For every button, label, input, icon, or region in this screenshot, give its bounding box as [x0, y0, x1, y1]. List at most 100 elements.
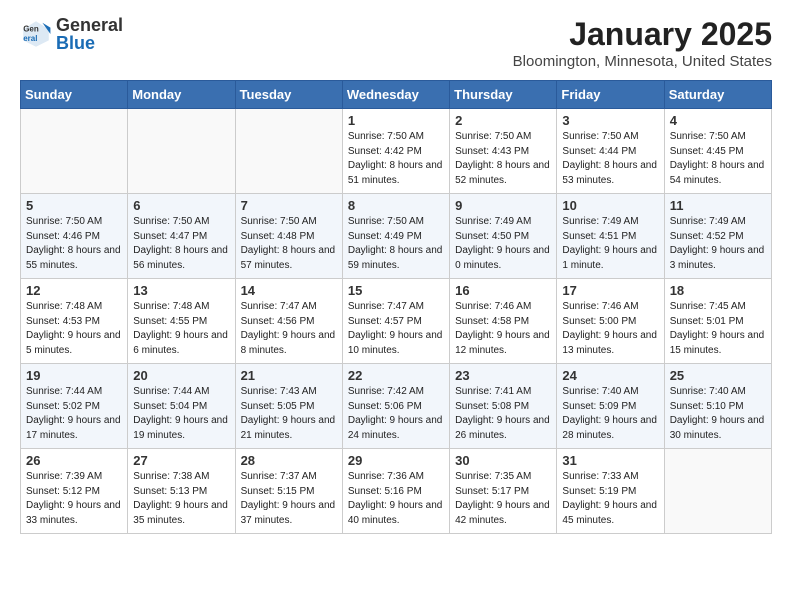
day-number: 10	[562, 198, 658, 213]
calendar-day: 16 Sunrise: 7:46 AM Sunset: 4:58 PM Dayli…	[450, 279, 557, 364]
calendar-day: 20 Sunrise: 7:44 AM Sunset: 5:04 PM Dayli…	[128, 364, 235, 449]
calendar-day: 15 Sunrise: 7:47 AM Sunset: 4:57 PM Dayli…	[342, 279, 449, 364]
calendar-day: 7 Sunrise: 7:50 AM Sunset: 4:48 PM Daylig…	[235, 194, 342, 279]
day-number: 2	[455, 113, 551, 128]
day-number: 6	[133, 198, 229, 213]
calendar-week-5: 26 Sunrise: 7:39 AM Sunset: 5:12 PM Dayli…	[21, 449, 772, 534]
calendar-day: 6 Sunrise: 7:50 AM Sunset: 4:47 PM Daylig…	[128, 194, 235, 279]
day-info: Sunrise: 7:39 AM Sunset: 5:12 PM Dayligh…	[26, 470, 122, 528]
calendar-week-1: 1 Sunrise: 7:50 AM Sunset: 4:42 PM Daylig…	[21, 109, 772, 194]
day-number: 16	[455, 283, 551, 298]
day-info: Sunrise: 7:48 AM Sunset: 4:53 PM Dayligh…	[26, 300, 122, 358]
calendar-day: 18Sunrise: 7:45 AM Sunset: 5:01 PM Dayli…	[664, 279, 771, 364]
calendar-day: 17 Sunrise: 7:46 AM Sunset: 5:00 PM Dayli…	[557, 279, 664, 364]
day-number: 22	[348, 368, 444, 383]
day-info: Sunrise: 7:33 AM Sunset: 5:19 PM Dayligh…	[562, 470, 658, 528]
day-number: 26	[26, 453, 122, 468]
calendar-day	[664, 449, 771, 534]
logo-text: General Blue	[56, 16, 123, 52]
day-number: 4	[670, 113, 766, 128]
day-info: Sunrise: 7:46 AM Sunset: 4:58 PM Dayligh…	[455, 300, 551, 358]
calendar-day: 4 Sunrise: 7:50 AM Sunset: 4:45 PM Daylig…	[664, 109, 771, 194]
day-number: 3	[562, 113, 658, 128]
svg-text:eral: eral	[23, 34, 37, 43]
calendar-day	[128, 109, 235, 194]
day-info: Sunrise: 7:44 AM Sunset: 5:02 PM Dayligh…	[26, 385, 122, 443]
calendar-day: 26 Sunrise: 7:39 AM Sunset: 5:12 PM Dayli…	[21, 449, 128, 534]
day-number: 27	[133, 453, 229, 468]
day-info: Sunrise: 7:50 AM Sunset: 4:46 PM Dayligh…	[26, 215, 122, 273]
day-info: Sunrise: 7:43 AM Sunset: 5:05 PM Dayligh…	[241, 385, 337, 443]
day-number: 12	[26, 283, 122, 298]
day-number: 1	[348, 113, 444, 128]
day-number: 23	[455, 368, 551, 383]
calendar-table: SundayMondayTuesdayWednesdayThursdayFrid…	[20, 80, 772, 534]
location-subtitle: Bloomington, Minnesota, United States	[513, 53, 772, 70]
day-number: 15	[348, 283, 444, 298]
logo-blue-text: Blue	[56, 34, 123, 52]
day-info: Sunrise: 7:48 AM Sunset: 4:55 PM Dayligh…	[133, 300, 229, 358]
day-info: Sunrise: 7:50 AM Sunset: 4:45 PM Dayligh…	[670, 130, 766, 188]
calendar-day: 27 Sunrise: 7:38 AM Sunset: 5:13 PM Dayli…	[128, 449, 235, 534]
day-info: Sunrise: 7:50 AM Sunset: 4:47 PM Dayligh…	[133, 215, 229, 273]
day-info: Sunrise: 7:50 AM Sunset: 4:49 PM Dayligh…	[348, 215, 444, 273]
day-info: Sunrise: 7:50 AM Sunset: 4:44 PM Dayligh…	[562, 130, 658, 188]
weekday-header-row: SundayMondayTuesdayWednesdayThursdayFrid…	[21, 81, 772, 109]
calendar-day: 11 Sunrise: 7:49 AM Sunset: 4:52 PM Dayli…	[664, 194, 771, 279]
day-number: 18	[670, 283, 766, 298]
weekday-header-sunday: Sunday	[21, 81, 128, 109]
weekday-header-saturday: Saturday	[664, 81, 771, 109]
day-number: 17	[562, 283, 658, 298]
day-number: 11	[670, 198, 766, 213]
calendar-day: 5 Sunrise: 7:50 AM Sunset: 4:46 PM Daylig…	[21, 194, 128, 279]
calendar-day: 2Sunrise: 7:50 AM Sunset: 4:43 PM Daylig…	[450, 109, 557, 194]
calendar-week-4: 19 Sunrise: 7:44 AM Sunset: 5:02 PM Dayli…	[21, 364, 772, 449]
day-info: Sunrise: 7:47 AM Sunset: 4:57 PM Dayligh…	[348, 300, 444, 358]
day-info: Sunrise: 7:40 AM Sunset: 5:10 PM Dayligh…	[670, 385, 766, 443]
day-number: 30	[455, 453, 551, 468]
calendar-day: 8Sunrise: 7:50 AM Sunset: 4:49 PM Daylig…	[342, 194, 449, 279]
day-number: 5	[26, 198, 122, 213]
calendar-day: 12 Sunrise: 7:48 AM Sunset: 4:53 PM Dayli…	[21, 279, 128, 364]
day-info: Sunrise: 7:50 AM Sunset: 4:42 PM Dayligh…	[348, 130, 444, 188]
day-number: 25	[670, 368, 766, 383]
calendar-day: 30Sunrise: 7:35 AM Sunset: 5:17 PM Dayli…	[450, 449, 557, 534]
day-number: 9	[455, 198, 551, 213]
day-info: Sunrise: 7:49 AM Sunset: 4:50 PM Dayligh…	[455, 215, 551, 273]
day-info: Sunrise: 7:49 AM Sunset: 4:52 PM Dayligh…	[670, 215, 766, 273]
day-info: Sunrise: 7:44 AM Sunset: 5:04 PM Dayligh…	[133, 385, 229, 443]
calendar-day: 1 Sunrise: 7:50 AM Sunset: 4:42 PM Daylig…	[342, 109, 449, 194]
weekday-header-tuesday: Tuesday	[235, 81, 342, 109]
day-info: Sunrise: 7:46 AM Sunset: 5:00 PM Dayligh…	[562, 300, 658, 358]
day-info: Sunrise: 7:50 AM Sunset: 4:48 PM Dayligh…	[241, 215, 337, 273]
day-number: 20	[133, 368, 229, 383]
day-number: 29	[348, 453, 444, 468]
day-info: Sunrise: 7:42 AM Sunset: 5:06 PM Dayligh…	[348, 385, 444, 443]
weekday-header-wednesday: Wednesday	[342, 81, 449, 109]
day-info: Sunrise: 7:36 AM Sunset: 5:16 PM Dayligh…	[348, 470, 444, 528]
day-info: Sunrise: 7:37 AM Sunset: 5:15 PM Dayligh…	[241, 470, 337, 528]
calendar-day: 10Sunrise: 7:49 AM Sunset: 4:51 PM Dayli…	[557, 194, 664, 279]
calendar-day: 28 Sunrise: 7:37 AM Sunset: 5:15 PM Dayli…	[235, 449, 342, 534]
page-header: Gen eral General Blue January 2025 Bloom…	[20, 16, 772, 70]
svg-text:Gen: Gen	[23, 25, 39, 34]
weekday-header-friday: Friday	[557, 81, 664, 109]
day-number: 24	[562, 368, 658, 383]
day-info: Sunrise: 7:38 AM Sunset: 5:13 PM Dayligh…	[133, 470, 229, 528]
calendar-day: 31Sunrise: 7:33 AM Sunset: 5:19 PM Dayli…	[557, 449, 664, 534]
day-number: 28	[241, 453, 337, 468]
calendar-week-3: 12 Sunrise: 7:48 AM Sunset: 4:53 PM Dayli…	[21, 279, 772, 364]
day-info: Sunrise: 7:47 AM Sunset: 4:56 PM Dayligh…	[241, 300, 337, 358]
day-number: 21	[241, 368, 337, 383]
calendar-day	[21, 109, 128, 194]
day-number: 14	[241, 283, 337, 298]
calendar-week-2: 5 Sunrise: 7:50 AM Sunset: 4:46 PM Daylig…	[21, 194, 772, 279]
calendar-day: 22 Sunrise: 7:42 AM Sunset: 5:06 PM Dayli…	[342, 364, 449, 449]
day-info: Sunrise: 7:40 AM Sunset: 5:09 PM Dayligh…	[562, 385, 658, 443]
day-number: 7	[241, 198, 337, 213]
calendar-day	[235, 109, 342, 194]
day-number: 19	[26, 368, 122, 383]
logo-icon: Gen eral	[20, 18, 52, 50]
calendar-day: 3 Sunrise: 7:50 AM Sunset: 4:44 PM Daylig…	[557, 109, 664, 194]
title-block: January 2025 Bloomington, Minnesota, Uni…	[513, 16, 772, 70]
